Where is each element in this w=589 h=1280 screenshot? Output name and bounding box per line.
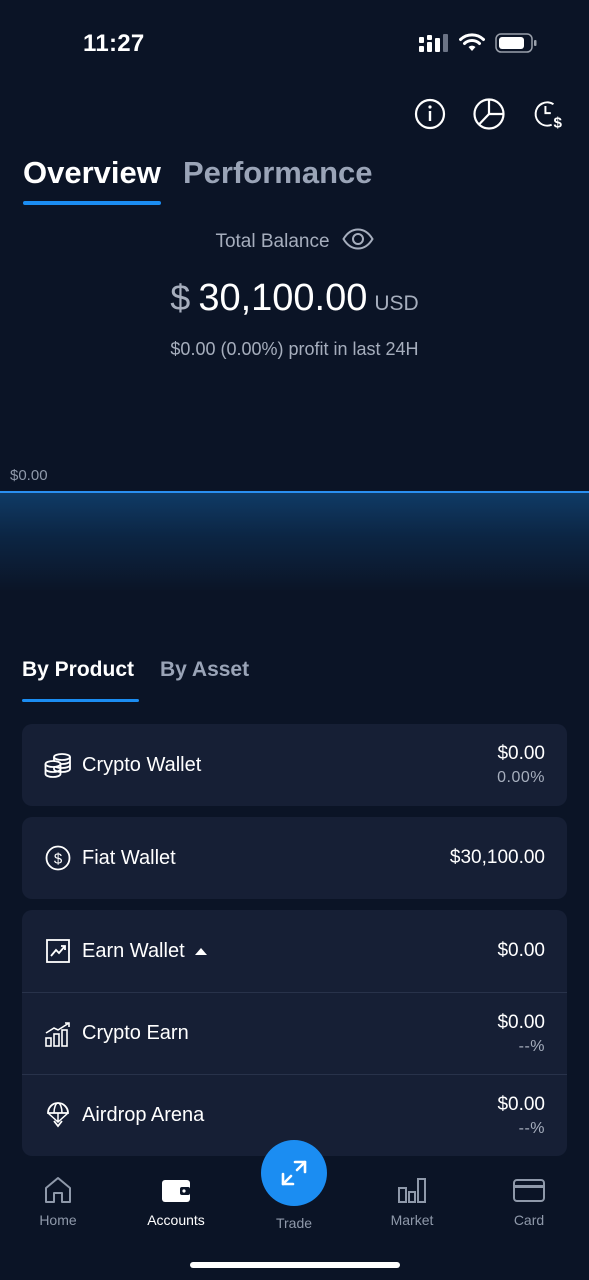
fiat-wallet-card[interactable]: $ Fiat Wallet $30,100.00: [22, 817, 567, 899]
home-indicator: [190, 1262, 400, 1268]
cellular-signal-icon: [419, 34, 448, 52]
tab-performance[interactable]: Performance: [183, 155, 373, 191]
nav-market[interactable]: Market: [362, 1174, 462, 1228]
status-icons: [419, 33, 537, 53]
svg-text:$: $: [553, 114, 562, 131]
fiat-wallet-label: Fiat Wallet: [82, 846, 176, 869]
wifi-icon: [459, 33, 485, 51]
nav-accounts[interactable]: Accounts: [126, 1174, 226, 1228]
nav-trade-label[interactable]: Trade: [244, 1215, 344, 1231]
balance-unit: USD: [374, 292, 419, 315]
swap-arrows-icon: [281, 1160, 307, 1186]
card-icon: [513, 1179, 545, 1202]
crypto-wallet-label: Crypto Wallet: [82, 753, 202, 776]
earn-wallet-card: Earn Wallet $0.00 Crypto Earn $0.00 --% …: [22, 910, 567, 1156]
total-balance-header: Total Balance: [0, 228, 589, 255]
fiat-wallet-value: $30,100.00: [449, 847, 545, 868]
balance-chart-area: [0, 492, 589, 592]
home-icon: [45, 1177, 71, 1203]
coins-icon: [44, 751, 72, 779]
crypto-wallet-card[interactable]: Crypto Wallet $0.00 0.00%: [22, 724, 567, 806]
chart-y-label: $0.00: [10, 467, 48, 484]
airdrop-arena-percent: --%: [518, 1119, 545, 1137]
crypto-earn-percent: --%: [518, 1037, 545, 1055]
status-time: 11:27: [83, 30, 145, 57]
profit-24h: $0.00 (0.00%) profit in last 24H: [170, 339, 419, 359]
nav-card[interactable]: Card: [479, 1174, 579, 1228]
total-balance-amount: $ 30,100.00 USD: [0, 277, 589, 320]
svg-text:$: $: [54, 851, 63, 868]
tab-by-asset[interactable]: By Asset: [160, 658, 249, 682]
earn-wallet-value: $0.00: [497, 940, 545, 961]
balance-chart-line: [0, 491, 589, 493]
airdrop-arena-value: $0.00: [497, 1093, 545, 1115]
parachute-icon: [44, 1101, 72, 1130]
caret-up-icon[interactable]: [194, 947, 207, 955]
info-icon[interactable]: [413, 97, 447, 131]
bar-chart-icon: [398, 1178, 426, 1203]
bar-growth-icon: [44, 1020, 72, 1048]
earn-wallet-row[interactable]: Earn Wallet $0.00: [22, 910, 567, 992]
pie-chart-icon[interactable]: [472, 97, 506, 131]
tab-by-product[interactable]: By Product: [22, 658, 134, 682]
crypto-wallet-value: $0.00: [497, 743, 545, 764]
earn-wallet-label: Earn Wallet: [82, 939, 185, 962]
nav-card-label: Card: [513, 1212, 545, 1228]
nav-market-label: Market: [390, 1212, 434, 1228]
crypto-earn-value: $0.00: [497, 1011, 545, 1033]
tab-overview[interactable]: Overview: [23, 155, 161, 191]
clock-dollar-icon[interactable]: $: [532, 97, 566, 131]
nav-accounts-label: Accounts: [147, 1212, 205, 1228]
airdrop-arena-label: Airdrop Arena: [82, 1104, 205, 1126]
crypto-earn-label: Crypto Earn: [82, 1022, 189, 1044]
trade-button[interactable]: [261, 1140, 327, 1206]
crypto-wallet-percent: 0.00%: [497, 769, 545, 786]
wallet-icon: [162, 1180, 190, 1202]
tab-by-product-indicator: [22, 699, 139, 702]
nav-home-label: Home: [39, 1212, 77, 1228]
balance-value: 30,100.00: [198, 277, 368, 319]
battery-icon: [495, 33, 537, 53]
trend-chart-icon: [44, 937, 72, 965]
crypto-earn-row[interactable]: Crypto Earn $0.00 --%: [22, 992, 567, 1074]
dollar-circle-icon: $: [44, 844, 72, 872]
tab-overview-indicator: [23, 201, 161, 205]
currency-symbol: $: [170, 277, 191, 318]
nav-home[interactable]: Home: [8, 1174, 108, 1228]
eye-icon[interactable]: [341, 228, 374, 255]
total-balance-label: Total Balance: [215, 230, 330, 252]
